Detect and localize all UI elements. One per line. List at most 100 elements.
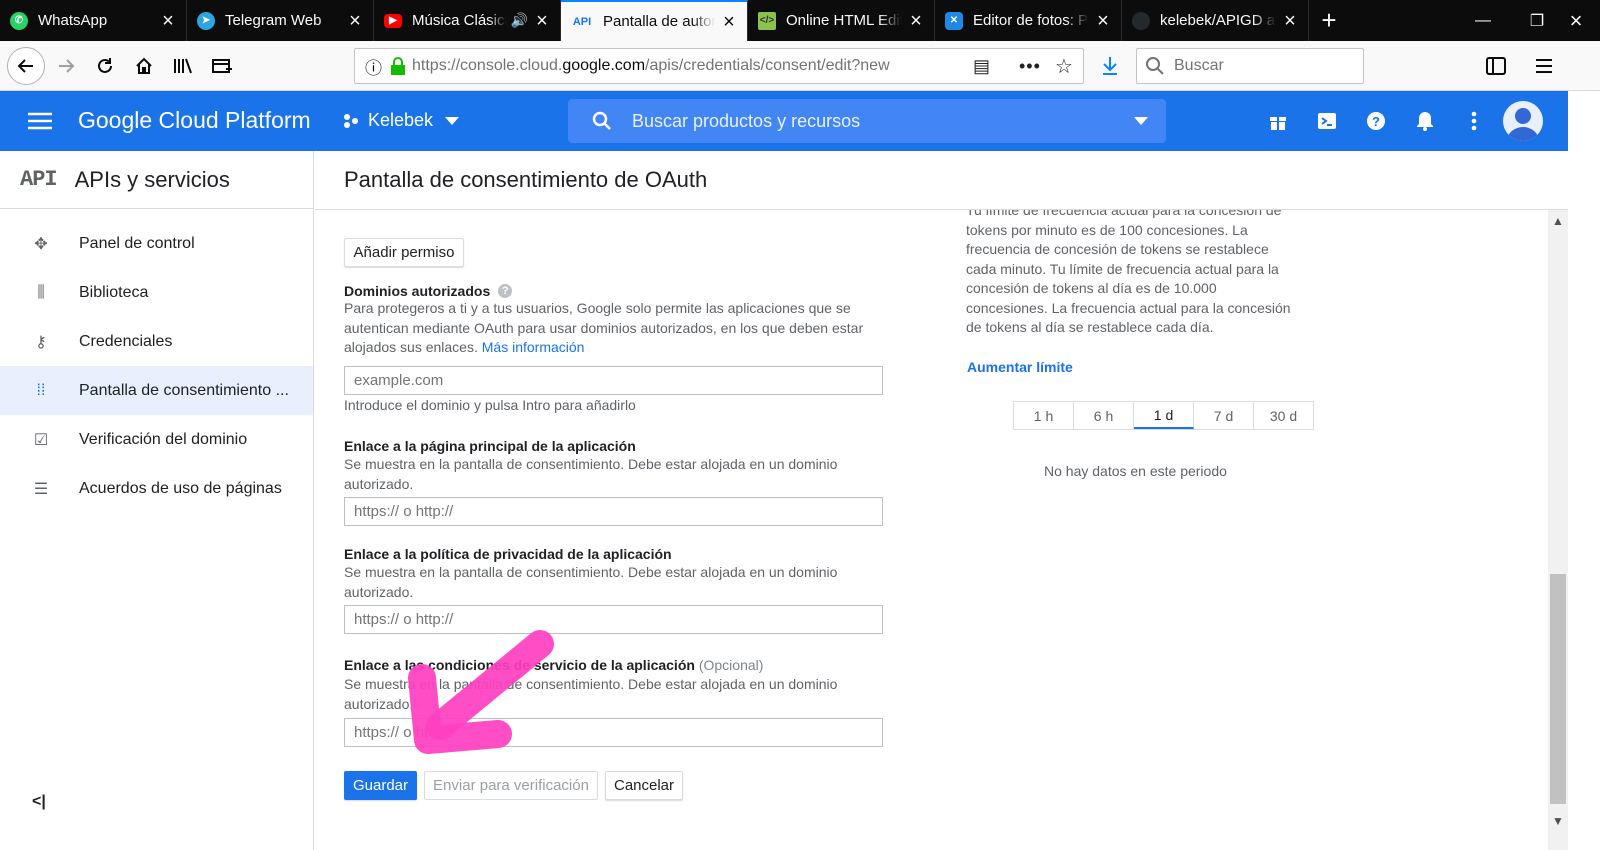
range-7d[interactable]: 7 d [1194, 402, 1254, 429]
download-icon [1103, 57, 1117, 75]
no-data-message: No hay datos en este periodo [1044, 463, 1227, 479]
home-button[interactable] [128, 50, 160, 82]
sidebar-item-domain-verification[interactable]: ☑ Verificación del dominio [0, 415, 313, 464]
range-30d[interactable]: 30 d [1254, 402, 1313, 429]
description-line: autorizado. [344, 695, 414, 712]
submit-verification-button[interactable]: Enviar para verificación [424, 771, 598, 800]
authorized-domain-input[interactable] [344, 366, 883, 395]
close-window-button[interactable]: × [1552, 0, 1600, 41]
reload-button[interactable] [89, 50, 121, 82]
navigation-menu-button[interactable] [28, 111, 52, 136]
description-line: autentican mediante OAuth para usar domi… [344, 319, 864, 336]
scrollbar-thumb[interactable] [1550, 574, 1566, 804]
browser-search-box[interactable]: Buscar [1136, 48, 1364, 84]
browser-tab[interactable]: ✕ Editor de fotos: Pixlr × [935, 0, 1122, 41]
forward-button[interactable] [50, 50, 82, 82]
back-button[interactable] [7, 47, 45, 85]
browser-tab[interactable]: kelebek/APIGD at master × [1122, 0, 1309, 41]
info-line: de tokens al día se restablece cada día. [966, 319, 1214, 335]
close-tab-icon[interactable]: × [1095, 11, 1111, 31]
speaker-icon[interactable]: 🔊 [511, 12, 528, 29]
cancel-button[interactable]: Cancelar [605, 771, 683, 800]
info-line: cada minuto. Tu límite de frecuencia act… [966, 260, 1279, 277]
browser-tab[interactable]: ▶ Música Clásica 🔊 × [374, 0, 561, 41]
notifications-bell-icon[interactable] [1413, 109, 1437, 133]
close-tab-icon[interactable]: × [160, 11, 176, 31]
range-1h[interactable]: 1 h [1014, 402, 1074, 429]
bookmark-star-icon[interactable]: ☆ [1055, 54, 1073, 79]
description-line: Se muestra en la pantalla de consentimie… [344, 456, 838, 472]
add-permission-button[interactable]: Añadir permiso [344, 238, 464, 267]
svg-text:?: ? [1372, 114, 1380, 129]
browser-toolbar: ⓘ https://console.cloud.google.com/apis/… [0, 41, 1600, 91]
sidebar-item-consent-screen[interactable]: ⁞⁞ Pantalla de consentimiento ... [0, 366, 313, 415]
range-1d-selected[interactable]: 1 d [1134, 402, 1194, 429]
more-options-icon[interactable] [1462, 109, 1486, 133]
help-icon[interactable]: ? [498, 284, 513, 298]
sidebar-toggle-button[interactable] [1480, 50, 1512, 82]
sidebar-item-library[interactable]: ⫼ Biblioteca [0, 268, 313, 317]
library-icon [174, 58, 192, 74]
new-tab-button[interactable]: + [1309, 0, 1349, 41]
url-text[interactable]: https://console.cloud.google.com/apis/cr… [412, 57, 927, 75]
close-tab-icon[interactable]: × [908, 11, 924, 31]
scroll-up-icon[interactable]: ▲ [1552, 214, 1564, 228]
sidebar-item-page-usage-agreements[interactable]: ☰ Acuerdos de uso de páginas [0, 464, 313, 513]
lock-icon[interactable] [390, 57, 406, 75]
save-button[interactable]: Guardar [344, 771, 417, 800]
menu-button[interactable] [1528, 50, 1560, 82]
more-info-link[interactable]: Más información [482, 339, 585, 355]
arrow-right-icon [59, 59, 75, 73]
hamburger-menu-icon [1536, 59, 1552, 73]
terms-of-service-input[interactable] [344, 718, 883, 747]
search-placeholder: Buscar productos y recursos [632, 110, 861, 131]
privacy-policy-label: Enlace a la política de privacidad de la… [344, 546, 672, 562]
homepage-link-input[interactable] [344, 497, 883, 526]
product-name[interactable]: Google Cloud Platform [78, 107, 311, 134]
info-line: concesión de tokens al día es de 10.000 [966, 280, 1217, 296]
reader-view-icon[interactable]: ▤ [973, 56, 990, 77]
synced-tabs-button[interactable] [206, 50, 238, 82]
help-icon[interactable]: ? [1364, 109, 1388, 133]
close-tab-icon[interactable]: × [347, 11, 363, 31]
sidebar-item-credentials[interactable]: ⚷ Credenciales [0, 317, 313, 366]
info-icon[interactable]: ⓘ [365, 54, 382, 79]
sidebar-item-dashboard[interactable]: ✥ Panel de control [0, 219, 313, 268]
project-dots-icon [344, 113, 358, 128]
range-6h[interactable]: 6 h [1074, 402, 1134, 429]
gift-icon[interactable] [1266, 109, 1290, 133]
dashboard-icon: ✥ [34, 235, 48, 253]
library-button[interactable] [167, 50, 199, 82]
cloud-shell-icon[interactable] [1315, 109, 1339, 133]
tab-label: WhatsApp [38, 12, 108, 29]
scroll-down-icon[interactable]: ▼ [1552, 814, 1564, 828]
chevron-down-icon[interactable] [1134, 117, 1148, 125]
increase-limit-link[interactable]: Aumentar límite [967, 359, 1073, 375]
close-tab-icon[interactable]: × [534, 11, 550, 31]
info-line: frecuencia de concesión de tokens se res… [966, 241, 1269, 257]
privacy-policy-input[interactable] [344, 605, 883, 634]
downloads-button[interactable] [1094, 50, 1126, 82]
url-bar[interactable]: ⓘ https://console.cloud.google.com/apis/… [354, 48, 1084, 84]
sidebar-item-label: Verificación del dominio [79, 430, 248, 448]
chevron-down-icon [445, 116, 460, 125]
avatar[interactable] [1503, 101, 1543, 141]
api-icon: API [572, 15, 592, 28]
search-icon [1146, 57, 1164, 75]
browser-tab[interactable]: </> Online HTML Editor × [748, 0, 935, 41]
homepage-link-label: Enlace a la página principal de la aplic… [344, 438, 636, 454]
page-actions-icon[interactable]: ••• [1019, 56, 1041, 77]
project-selector[interactable]: Kelebek [342, 110, 460, 131]
collapse-sidebar-icon[interactable]: <| [32, 793, 46, 811]
close-tab-icon[interactable]: × [1282, 11, 1298, 31]
terms-of-service-description: Se muestra en la pantalla de consentimie… [344, 675, 884, 714]
rate-limit-panel: Tu límite de frecuencia actual para la c… [940, 210, 1340, 850]
search-icon [592, 111, 611, 130]
browser-tab[interactable]: ✆ WhatsApp × [0, 0, 187, 41]
product-search-bar[interactable]: Buscar productos y recursos [568, 99, 1166, 143]
vertical-scrollbar[interactable]: ▲ ▼ [1548, 210, 1568, 850]
close-tab-icon[interactable]: × [721, 12, 737, 32]
minimize-window-button[interactable]: — [1456, 0, 1510, 41]
browser-tab-active[interactable]: API Pantalla de autorización × [561, 0, 748, 41]
browser-tab[interactable]: ➤ Telegram Web × [187, 0, 374, 41]
